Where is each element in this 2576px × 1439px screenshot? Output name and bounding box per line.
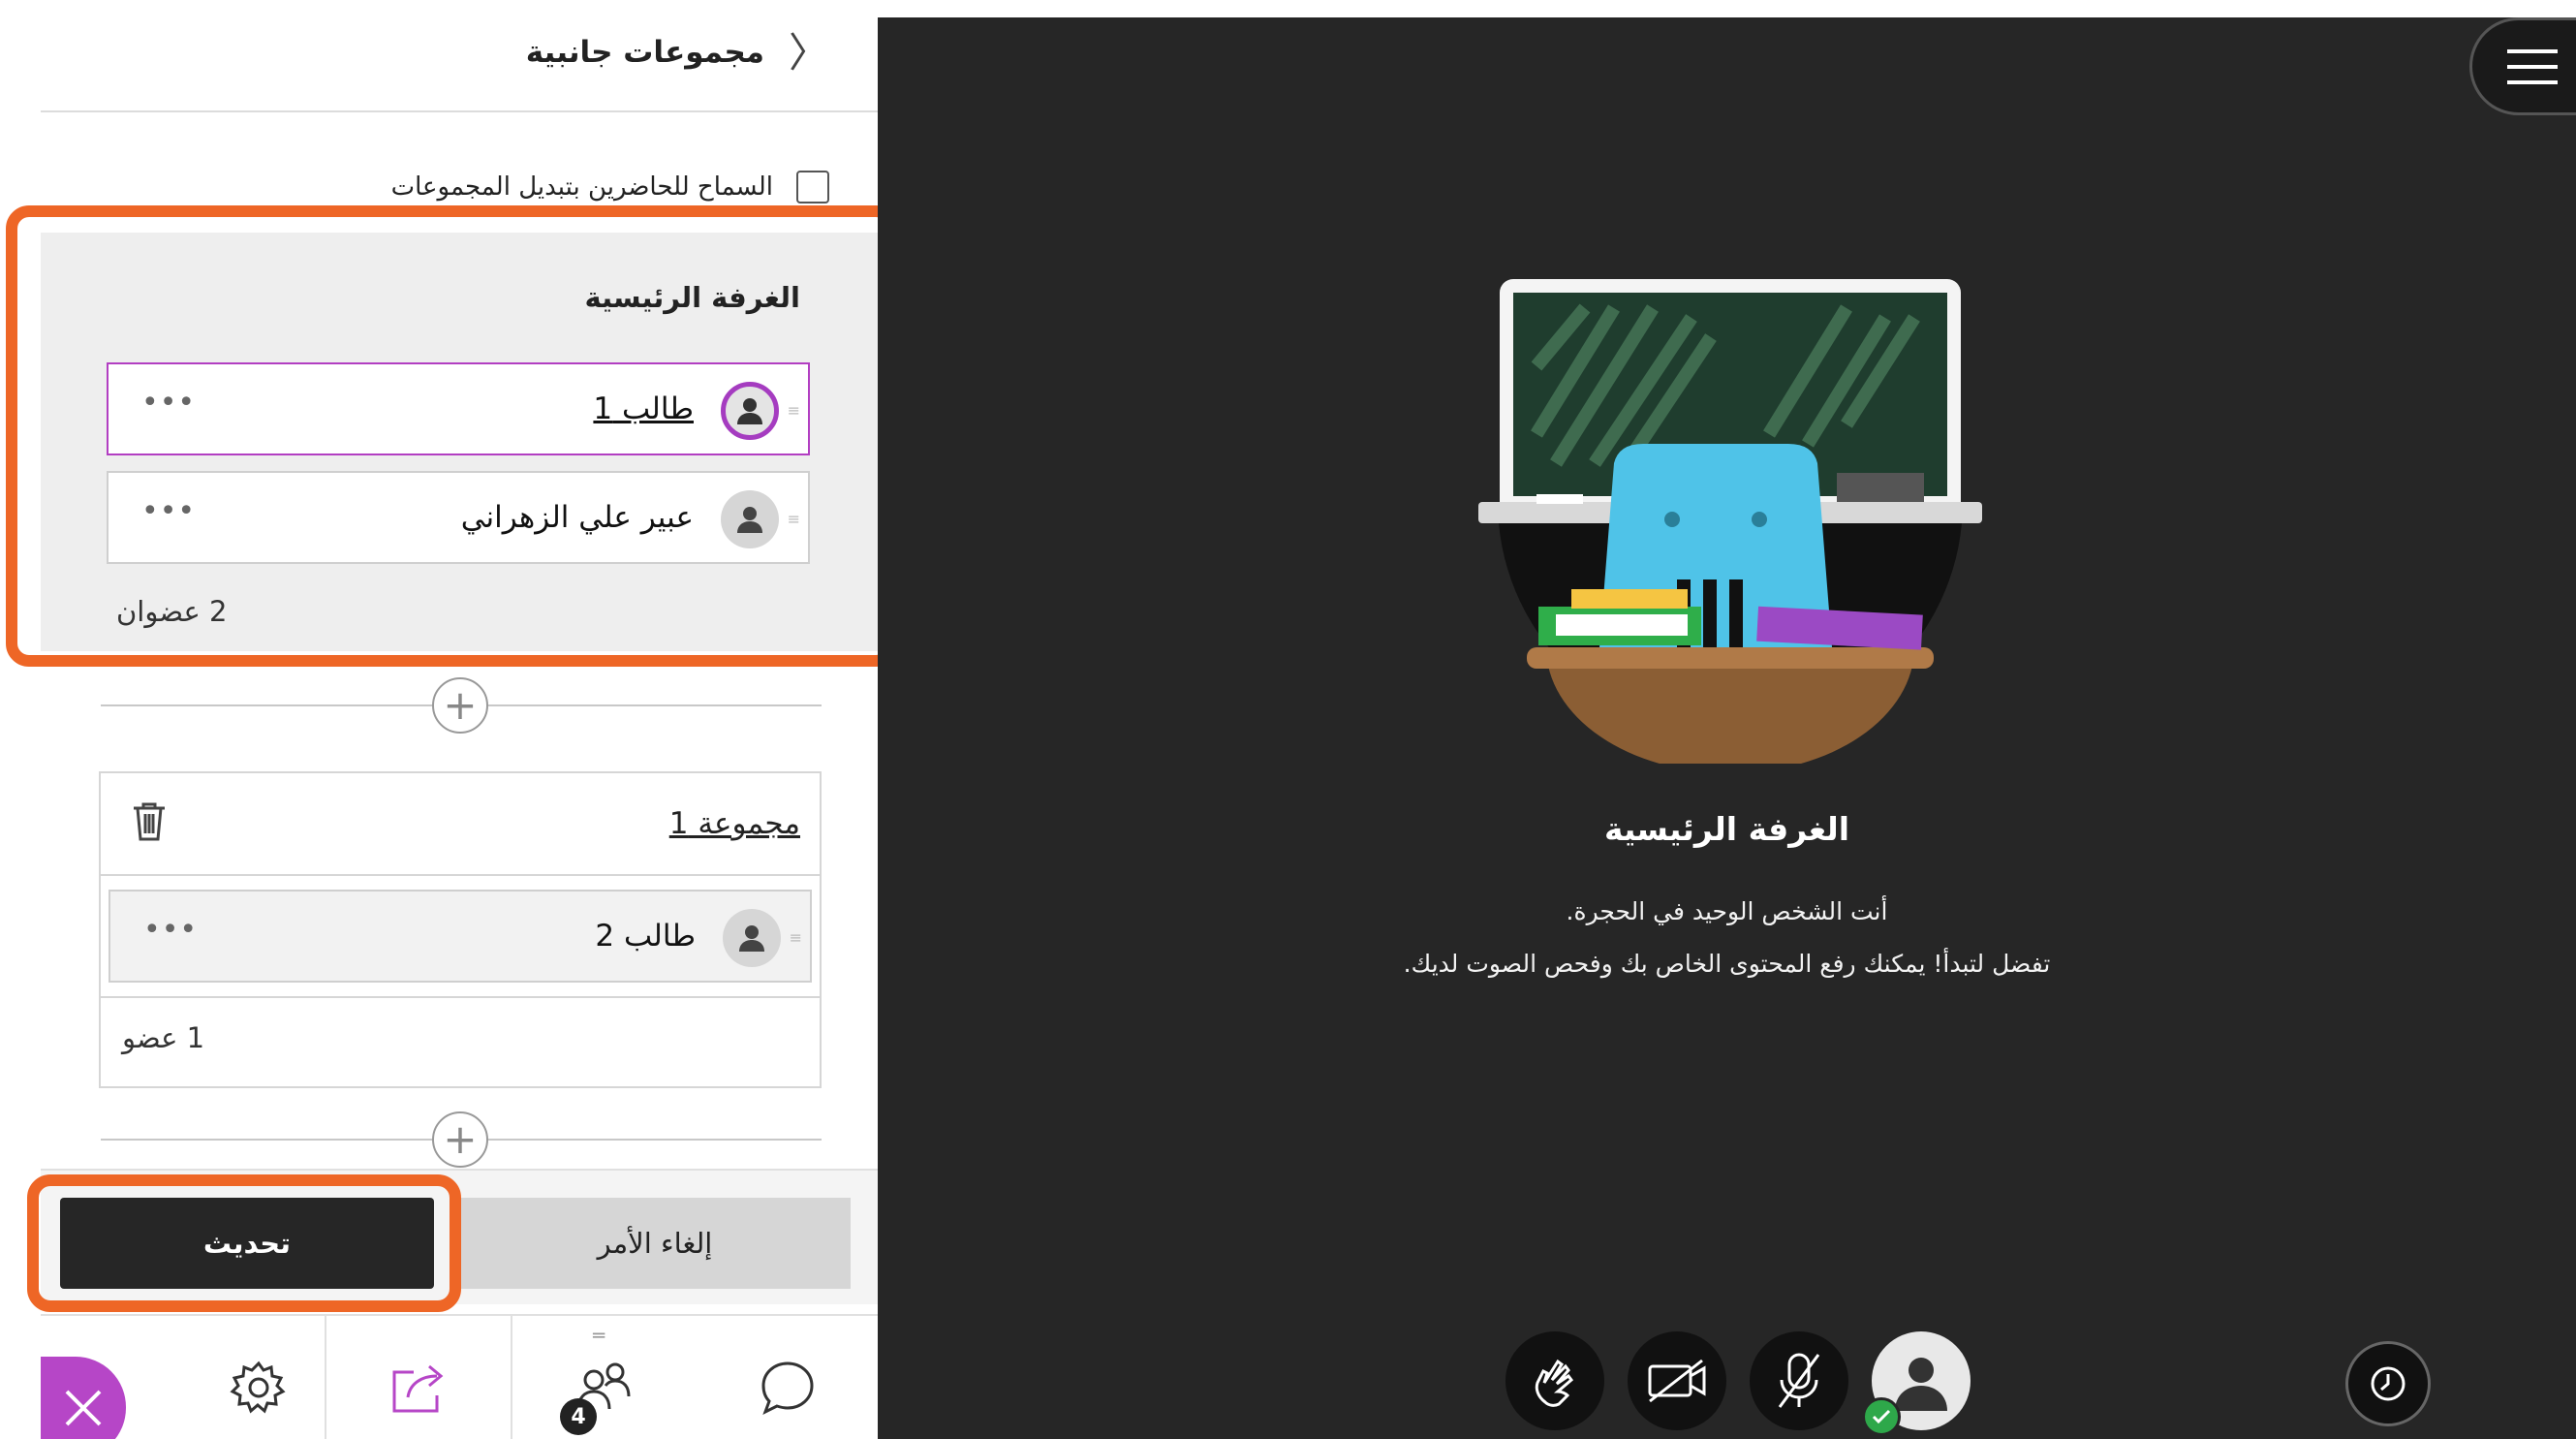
clock-icon[interactable] [2345,1341,2431,1426]
classroom-illustration [1478,279,1982,773]
stage-message-line2: تفضل لتبدأ! يمكنك رفع المحتوى الخاص بك و… [1403,950,2051,978]
share-icon[interactable] [325,1316,512,1439]
member-row[interactable]: ≡ طالب 2 ••• [109,890,812,983]
collaborate-window: مجموعات جانبية 〉 السماح للحاضرين بتبديل … [0,0,2576,1439]
update-button[interactable]: تحديث [60,1198,434,1289]
breakout-groups-panel: مجموعات جانبية 〉 السماح للحاضرين بتبديل … [41,17,878,1439]
drag-handle-icon[interactable]: ≡ [788,401,800,420]
member-row[interactable]: ≡ طالب 1 ••• [107,362,810,455]
cancel-button[interactable]: إلغاء الأمر [459,1198,851,1289]
more-options-button[interactable]: ••• [141,494,196,528]
allow-switch-label: السماح للحاضرين بتبديل المجموعات [390,172,773,202]
more-options-button[interactable]: ••• [143,913,198,947]
mic-off-icon[interactable] [1750,1331,1848,1430]
main-room-member-count: 2 عضوان [116,595,228,628]
drag-handle-icon[interactable]: ≡ [788,510,800,528]
drag-handle-icon[interactable]: ≡ [790,928,802,947]
hand-raise-icon[interactable] [1505,1331,1604,1430]
camera-off-icon[interactable] [1628,1331,1726,1430]
panel-title: مجموعات جانبية [525,35,764,70]
stage-message-line1: أنت الشخص الوحيد في الحجرة. [1566,897,1888,925]
member-name: طالب 2 [595,919,696,954]
group-name[interactable]: مجموعة 1 [669,806,800,841]
menu-icon[interactable] [2469,17,2576,115]
panel-header: مجموعات جانبية 〉 [41,17,878,112]
divider [101,996,820,998]
stage-room-title: الغرفة الرئيسية [1603,810,1850,848]
group-header: مجموعة 1 [101,773,820,876]
panel-tab-bar: ═ 4 [41,1314,878,1439]
group-section: مجموعة 1 ≡ طالب 2 ••• 1 عضو [99,771,822,1088]
member-name: عبير علي الزهراني [460,500,694,535]
main-stage: الغرفة الرئيسية أنت الشخص الوحيد في الحج… [878,17,2576,1439]
allow-switch-row[interactable]: السماح للحاضرين بتبديل المجموعات [391,171,829,203]
plus-icon[interactable]: + [432,677,488,734]
member-row[interactable]: ≡ عبير علي الزهراني ••• [107,471,810,564]
main-room-title: الغرفة الرئيسية [584,281,800,314]
trash-icon[interactable] [130,800,169,847]
allow-switch-checkbox[interactable] [796,171,829,203]
group-member-count: 1 عضو [122,1021,205,1054]
user-icon [721,490,779,548]
plus-icon[interactable]: + [432,1111,488,1168]
chat-icon[interactable] [697,1316,878,1439]
member-name: طالب 1 [593,391,694,426]
check-icon [1862,1397,1901,1436]
more-options-button[interactable]: ••• [141,386,196,420]
user-icon [721,382,779,440]
chevron-right-icon[interactable]: 〉 [789,33,829,74]
attendees-count-badge: 4 [560,1398,597,1435]
attendees-icon[interactable] [512,1316,697,1439]
gear-icon[interactable] [171,1316,346,1439]
user-icon [723,909,781,967]
main-room-section: الغرفة الرئيسية ≡ طالب 1 ••• ≡ عبير علي … [41,233,878,651]
close-icon[interactable] [41,1357,126,1439]
